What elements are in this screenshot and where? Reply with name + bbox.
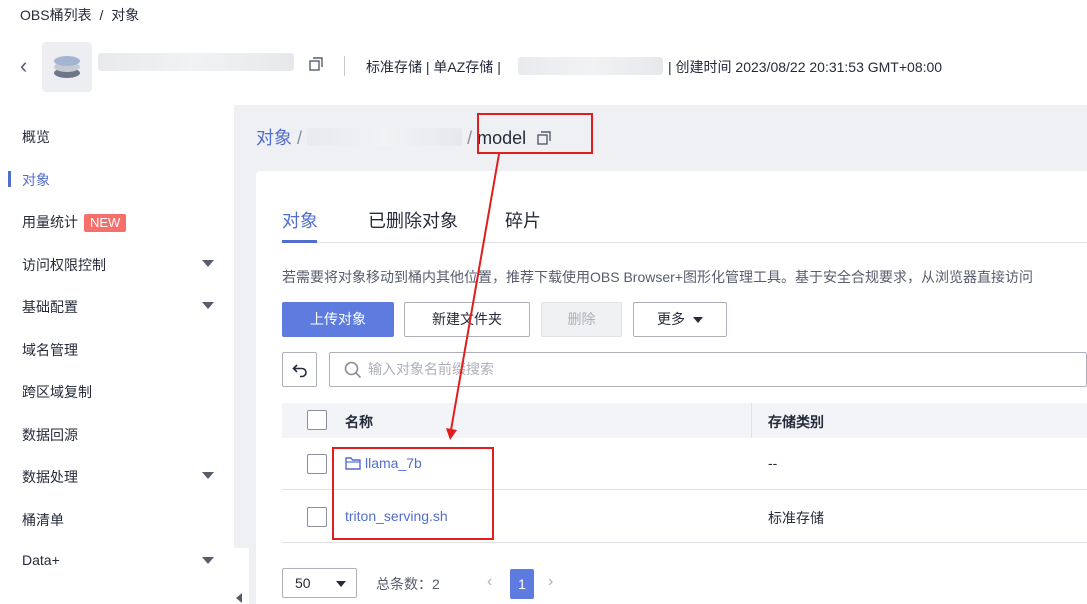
total-count: 总条数：2 (376, 576, 440, 592)
sidebar-item-domain[interactable]: 域名管理 (22, 340, 217, 360)
annotation-box-objects (332, 447, 494, 540)
bucket-icon (42, 42, 92, 92)
annotation-box-path (477, 113, 593, 154)
column-divider (751, 403, 752, 438)
sidebar-item-label: 域名管理 (22, 342, 78, 358)
row-checkbox[interactable] (307, 454, 327, 474)
tab-active-underline (282, 240, 317, 243)
sidebar-item-label: 数据处理 (22, 469, 78, 485)
sidebar-item-usage[interactable]: 用量统计 NEW (22, 212, 217, 232)
copy-icon[interactable] (309, 57, 323, 71)
upload-object-button[interactable]: 上传对象 (282, 302, 394, 337)
page-size-value: 50 (295, 575, 311, 591)
caret-down-icon (693, 317, 703, 324)
path-separator: / (467, 128, 473, 148)
collapse-arrow-icon (236, 593, 242, 603)
tab-objects[interactable]: 对象 (282, 207, 318, 233)
breadcrumb-separator: / (99, 7, 104, 23)
breadcrumb-bucket-list[interactable]: OBS桶列表 (20, 7, 92, 23)
created-time: | 创建时间 2023/08/22 20:31:53 GMT+08:00 (668, 59, 943, 75)
back-icon[interactable]: ‹ (20, 55, 32, 77)
sidebar-item-replication[interactable]: 跨区域复制 (22, 382, 217, 402)
bucket-name-redacted (98, 53, 294, 71)
sidebar-item-data-processing[interactable]: 数据处理 (22, 467, 217, 487)
tab-deleted-objects[interactable]: 已删除对象 (368, 207, 458, 233)
tab-fragments[interactable]: 碎片 (505, 207, 541, 233)
column-header-storage-class[interactable]: 存储类别 (768, 412, 824, 432)
region-redacted (518, 57, 663, 75)
caret-down-icon (336, 581, 346, 587)
sidebar-item-overview[interactable]: 概览 (22, 127, 217, 147)
caret-down-icon (202, 302, 214, 309)
bucket-header: ‹ 标准存储 | 单AZ存储 | | 创建时间 2023/08/22 20:31… (0, 38, 1087, 96)
back-button[interactable] (282, 352, 317, 387)
new-badge: NEW (84, 214, 127, 232)
storage-info: 标准存储 | 单AZ存储 | (366, 59, 501, 75)
path-root-link[interactable]: 对象 (256, 128, 292, 148)
sidebar-item-inventory[interactable]: 桶清单 (22, 510, 217, 530)
page-size-select[interactable]: 50 (282, 568, 357, 598)
sidebar-item-label: 桶清单 (22, 512, 64, 528)
return-arrow-icon (292, 364, 307, 378)
caret-down-icon (202, 557, 214, 564)
sidebar-item-label: 概览 (22, 129, 50, 145)
tip-text: 若需要将对象移动到桶内其他位置，推荐下载使用OBS Browser+图形化管理工… (282, 269, 1033, 285)
page-number-current[interactable]: 1 (510, 569, 534, 599)
sidebar-item-label: 对象 (22, 172, 50, 188)
sidebar-item-label: 访问权限控制 (22, 257, 106, 273)
breadcrumb: OBS桶列表 / 对象 (20, 5, 143, 25)
active-indicator (8, 171, 11, 187)
search-input[interactable] (368, 361, 968, 377)
delete-button[interactable]: 删除 (541, 302, 622, 337)
breadcrumb-current: 对象 (111, 7, 140, 23)
caret-down-icon (202, 260, 214, 267)
more-button[interactable]: 更多 (633, 302, 727, 337)
storage-class-cell: -- (768, 455, 778, 471)
sidebar-item-objects[interactable]: 对象 (22, 170, 217, 190)
sidebar-item-label: 基础配置 (22, 299, 78, 315)
new-folder-button[interactable]: 新建文件夹 (404, 302, 530, 337)
row-checkbox[interactable] (307, 507, 327, 527)
more-label: 更多 (657, 311, 685, 327)
table-header: 名称 存储类别 (282, 403, 1087, 438)
storage-class-cell: 标准存储 (768, 510, 824, 526)
sidebar-item-label: 数据回源 (22, 427, 78, 443)
caret-down-icon (202, 472, 214, 479)
sidebar-item-label: 用量统计 (22, 214, 78, 230)
sidebar-item-label: Data+ (22, 552, 60, 568)
sidebar-item-access-control[interactable]: 访问权限控制 (22, 255, 217, 275)
path-separator: / (297, 128, 303, 148)
divider (344, 56, 345, 76)
sidebar-item-data-plus[interactable]: Data+ (22, 552, 217, 572)
path-redacted (307, 128, 463, 146)
search-box (329, 352, 1087, 387)
next-page-icon[interactable]: › (548, 573, 553, 591)
sidebar: 概览 对象 用量统计 NEW 访问权限控制 基础配置 域名管理 跨区域复制 数据回… (0, 105, 234, 604)
tab-bar: 对象 已删除对象 碎片 (282, 207, 1087, 243)
select-all-checkbox[interactable] (307, 410, 327, 430)
sidebar-collapse-handle[interactable] (221, 548, 249, 604)
search-icon (344, 361, 362, 379)
sidebar-item-basic-config[interactable]: 基础配置 (22, 297, 217, 317)
prev-page-icon[interactable]: ‹ (487, 573, 492, 591)
sidebar-item-back-to-source[interactable]: 数据回源 (22, 425, 217, 445)
sidebar-item-label: 跨区域复制 (22, 384, 92, 400)
column-header-name[interactable]: 名称 (345, 412, 373, 432)
